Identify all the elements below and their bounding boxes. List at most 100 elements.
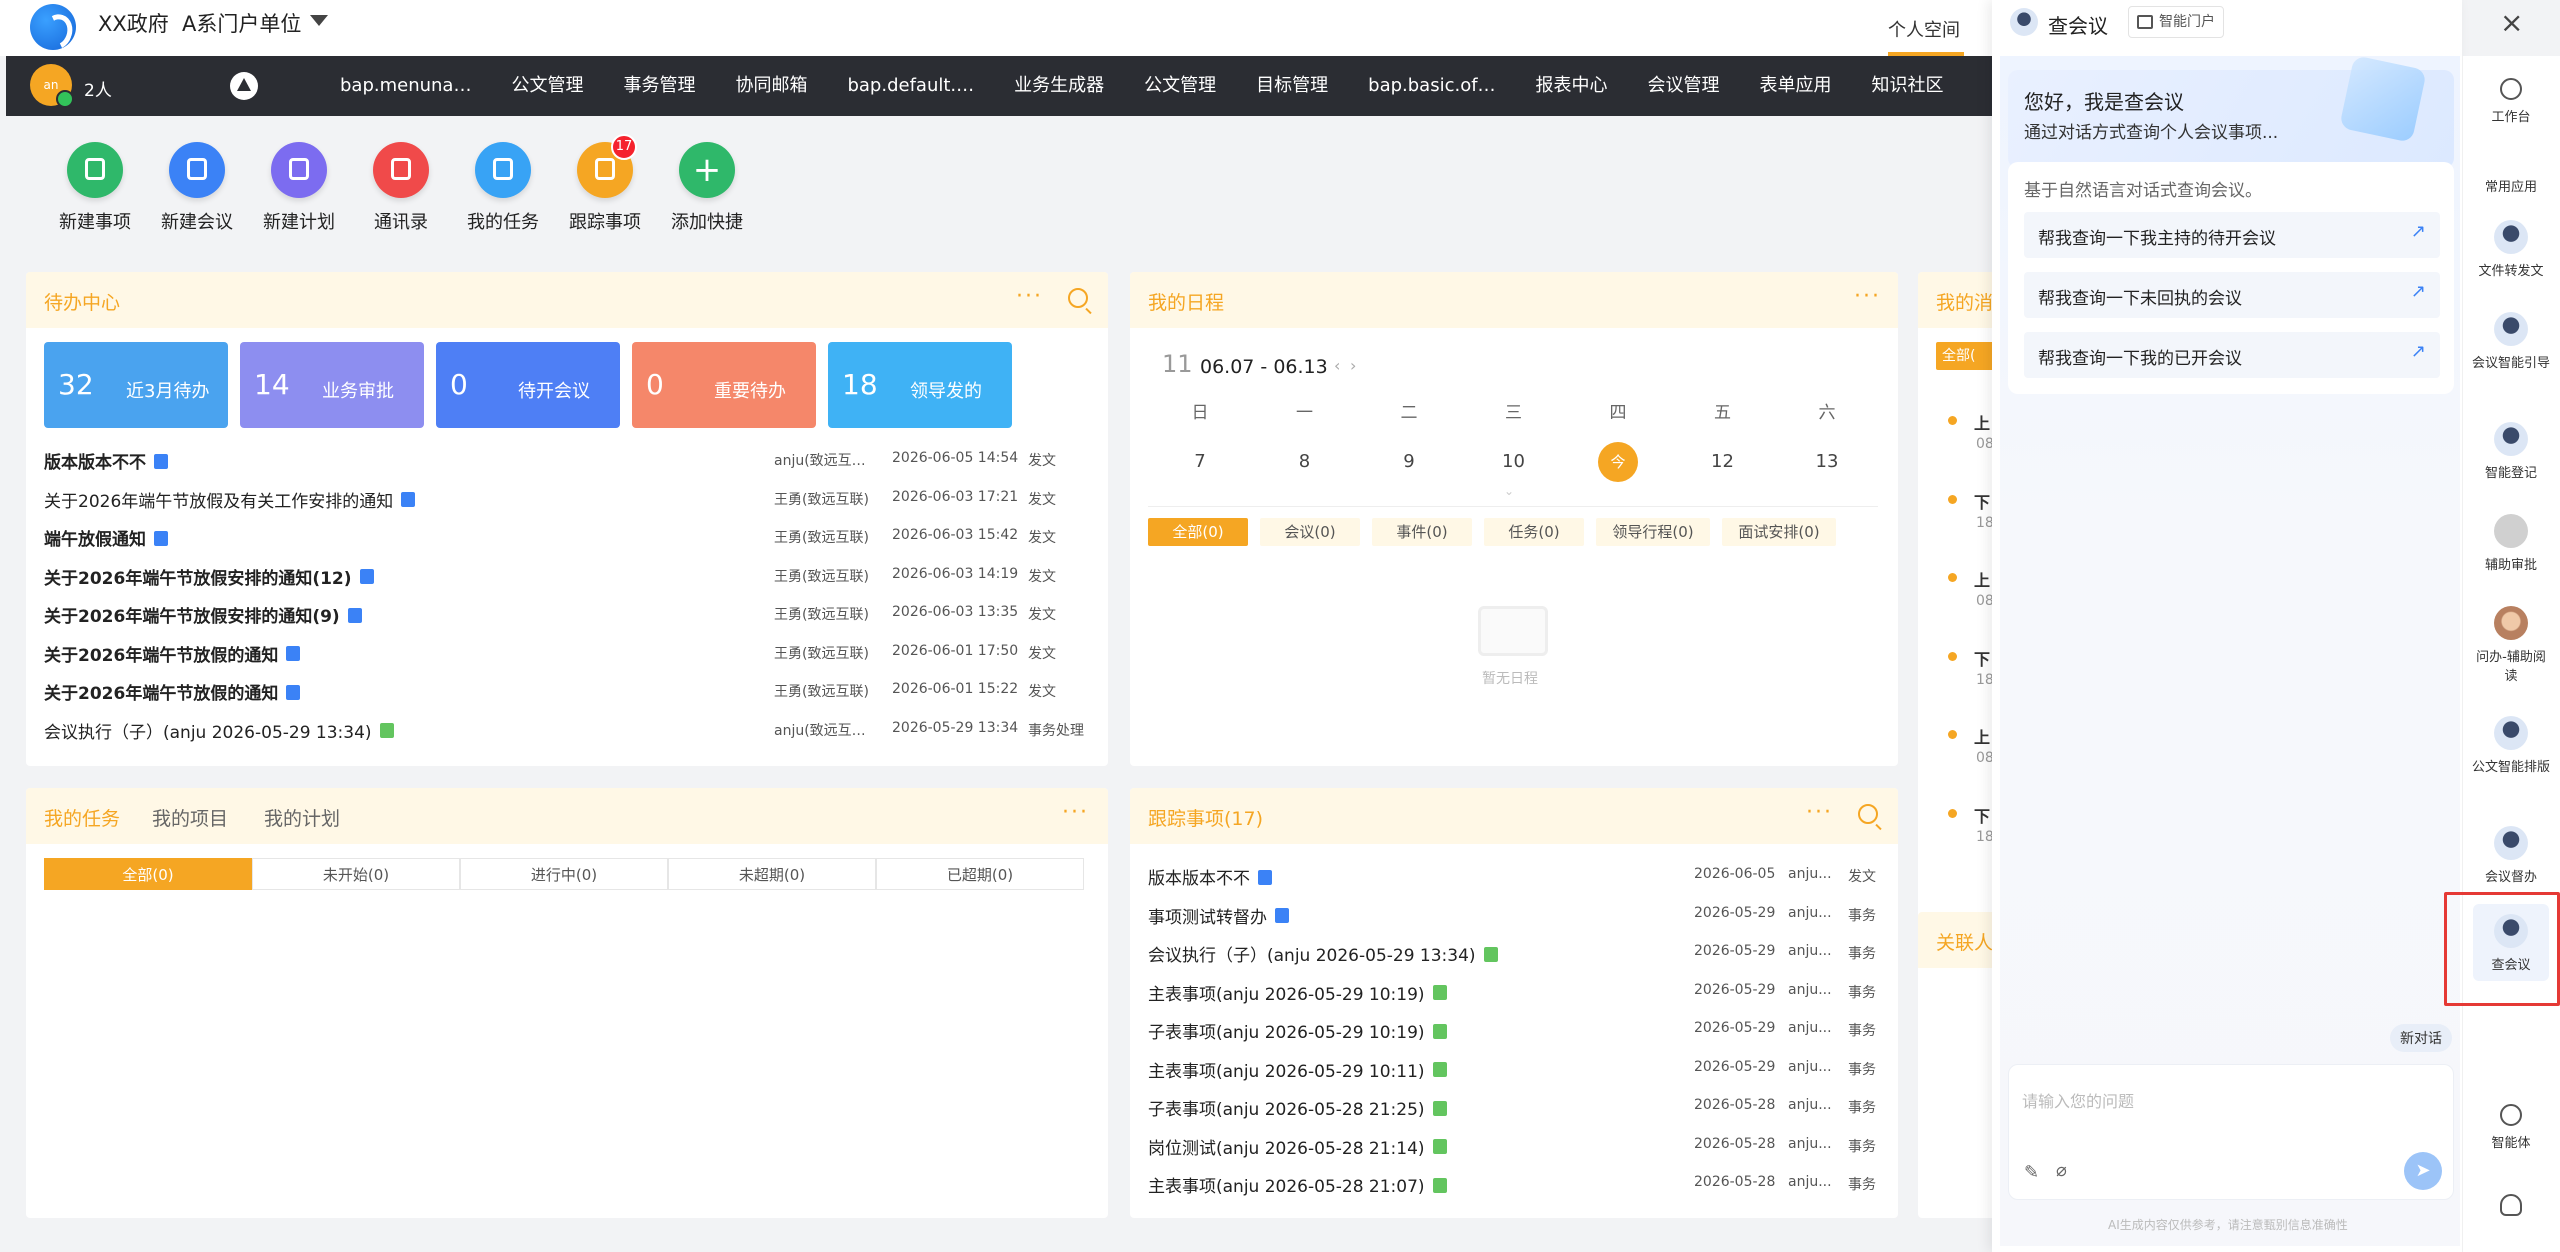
message-filter-tab[interactable]: 全部( bbox=[1936, 342, 1996, 370]
row-title[interactable]: 关于2026年端午节放假安排的通知(9) bbox=[44, 602, 340, 627]
follow-row[interactable]: 版本版本不不 2026-06-05 anju... 发文 bbox=[1148, 856, 1888, 894]
quick-action-my-tasks[interactable]: 我的任务 bbox=[458, 142, 548, 234]
send-icon[interactable]: ➤ bbox=[2404, 1152, 2442, 1190]
row-title-text[interactable]: 版本版本不不 bbox=[1148, 869, 1250, 889]
row-title-text[interactable]: 岗位测试(anju 2026-05-28 21:14) bbox=[1148, 1139, 1425, 1159]
task-filter-tab[interactable]: 已超期(0) bbox=[876, 858, 1084, 890]
online-count[interactable]: 2人 bbox=[84, 76, 112, 101]
home-icon[interactable] bbox=[230, 72, 258, 100]
nav-item[interactable]: 公文管理 bbox=[1124, 56, 1236, 116]
stat-card[interactable]: 0 待开会议 bbox=[436, 342, 620, 428]
row-title[interactable]: 版本版本不不 bbox=[44, 448, 146, 473]
nav-item[interactable]: 报表中心 bbox=[1516, 56, 1628, 116]
row-title-text[interactable]: 子表事项(anju 2026-05-29 10:19) bbox=[1148, 1023, 1425, 1043]
nav-item[interactable]: 表单应用 bbox=[1740, 56, 1852, 116]
quick-action-new-item[interactable]: 新建事项 bbox=[50, 142, 140, 234]
new-chat-button[interactable]: 新对话 bbox=[2390, 1024, 2452, 1052]
message-title[interactable]: 下 bbox=[1974, 646, 1990, 670]
calendar-day[interactable]: 9 bbox=[1389, 442, 1429, 482]
rail-agent-file[interactable]: 文件转发文 bbox=[2462, 220, 2560, 279]
follow-row[interactable]: 主表事项(anju 2026-05-29 10:11) 2026-05-29 anj… bbox=[1148, 1049, 1888, 1087]
quick-action-contacts[interactable]: 通讯录 bbox=[356, 142, 446, 234]
row-title-text[interactable]: 会议执行（子）(anju 2026-05-29 13:34) bbox=[1148, 946, 1476, 966]
message-title[interactable]: 上 bbox=[1974, 567, 1990, 591]
more-icon[interactable]: ··· bbox=[1016, 284, 1043, 309]
expand-icon[interactable]: ⌄ bbox=[1504, 484, 1514, 498]
table-row[interactable]: 关于2026年端午节放假安排的通知(9) 王勇(致远互联) 2026-06-03 1… bbox=[44, 594, 1094, 632]
table-row[interactable]: 版本版本不不 anju(致远互… 2026-06-05 14:54 发文 bbox=[44, 440, 1094, 478]
rail-agent-register[interactable]: 智能登记 bbox=[2462, 422, 2560, 481]
follow-row[interactable]: 子表事项(anju 2026-05-29 10:19) 2026-05-29 anj… bbox=[1148, 1010, 1888, 1048]
schedule-filter-tab[interactable]: 事件(0) bbox=[1372, 518, 1472, 546]
tab-my-plans[interactable]: 我的计划 bbox=[264, 804, 340, 831]
stat-card[interactable]: 14 业务审批 bbox=[240, 342, 424, 428]
rail-agent-approval[interactable]: 辅助审批 bbox=[2462, 514, 2560, 573]
calendar-day[interactable]: 8 bbox=[1285, 442, 1325, 482]
nav-item[interactable]: bap.basic.of… bbox=[1348, 56, 1515, 116]
calendar-day[interactable]: 7 bbox=[1180, 442, 1220, 482]
schedule-filter-tab[interactable]: 会议(0) bbox=[1260, 518, 1360, 546]
table-row[interactable]: 会议执行（子）(anju 2026-05-29 13:34) anju(致远互… 2… bbox=[44, 710, 1094, 748]
table-row[interactable]: 关于2026年端午节放假的通知 王勇(致远互联) 2026-06-01 17:50 发… bbox=[44, 633, 1094, 671]
calendar-day[interactable]: 10 bbox=[1494, 442, 1534, 482]
stat-card[interactable]: 32 近3月待办 bbox=[44, 342, 228, 428]
task-filter-tab[interactable]: 未超期(0) bbox=[668, 858, 876, 890]
table-row[interactable]: 端午放假通知 王勇(致远互联) 2026-06-03 15:42 发文 bbox=[44, 517, 1094, 555]
message-title[interactable]: 下 bbox=[1974, 803, 1990, 827]
row-title[interactable]: 关于2026年端午节放假安排的通知(12) bbox=[44, 564, 352, 589]
week-prev-icon[interactable]: ‹ bbox=[1334, 356, 1340, 375]
nav-item[interactable]: 公文管理 bbox=[491, 56, 603, 116]
rail-agent-meeting-guide[interactable]: 会议智能引导 bbox=[2462, 312, 2560, 371]
message-title[interactable]: 下 bbox=[1974, 489, 1990, 513]
task-filter-tab[interactable]: 全部(0) bbox=[44, 858, 252, 890]
nav-item[interactable]: 协同邮箱 bbox=[715, 56, 827, 116]
schedule-filter-tab[interactable]: 任务(0) bbox=[1484, 518, 1584, 546]
row-title[interactable]: 会议执行（子）(anju 2026-05-29 13:34) bbox=[44, 718, 372, 743]
row-title-text[interactable]: 事项测试转督办 bbox=[1148, 908, 1267, 928]
tab-my-projects[interactable]: 我的项目 bbox=[152, 804, 228, 831]
rail-agent-query-meeting[interactable]: 查会议 bbox=[2462, 904, 2560, 981]
rail-agent-supervise[interactable]: 会议督办 bbox=[2462, 826, 2560, 885]
quick-action-follow[interactable]: 17 跟踪事项 bbox=[560, 134, 650, 234]
row-title-text[interactable]: 主表事项(anju 2026-05-29 10:11) bbox=[1148, 1062, 1425, 1082]
stat-card[interactable]: 18 领导发的 bbox=[828, 342, 1012, 428]
follow-row[interactable]: 子表事项(anju 2026-05-28 21:25) 2026-05-28 anj… bbox=[1148, 1087, 1888, 1125]
quick-action-add[interactable]: + 添加快捷 bbox=[662, 142, 752, 234]
row-title-text[interactable]: 子表事项(anju 2026-05-28 21:25) bbox=[1148, 1100, 1425, 1120]
nav-item[interactable]: 知识社区 bbox=[1852, 56, 1964, 116]
row-title[interactable]: 关于2026年端午节放假的通知 bbox=[44, 679, 278, 704]
schedule-filter-tab[interactable]: 领导行程(0) bbox=[1596, 518, 1710, 546]
follow-row[interactable]: 主表事项(anju 2026-05-28 21:07) 2026-05-28 anj… bbox=[1148, 1164, 1888, 1202]
tab-my-tasks[interactable]: 我的任务 bbox=[44, 804, 120, 831]
close-icon[interactable]: × bbox=[2500, 6, 2523, 39]
more-icon[interactable]: ··· bbox=[1806, 800, 1833, 825]
magic-wand-icon[interactable]: ✎ bbox=[2024, 1162, 2039, 1183]
row-title-text[interactable]: 主表事项(anju 2026-05-28 21:07) bbox=[1148, 1177, 1425, 1197]
row-title-text[interactable]: 主表事项(anju 2026-05-29 10:19) bbox=[1148, 985, 1425, 1005]
nav-item[interactable]: 业务生成器 bbox=[994, 56, 1124, 116]
rail-agents[interactable]: 智能体 bbox=[2462, 1104, 2560, 1151]
suggestion-item[interactable]: 帮我查询一下未回执的会议 ↗ bbox=[2024, 272, 2440, 318]
follow-row[interactable]: 会议执行（子）(anju 2026-05-29 13:34) 2026-05-29… bbox=[1148, 933, 1888, 971]
rail-workbench[interactable]: 工作台 bbox=[2462, 78, 2560, 125]
portal-badge[interactable]: 智能门户 bbox=[2128, 6, 2224, 38]
caret-down-icon[interactable] bbox=[310, 15, 328, 26]
suggestion-item[interactable]: 帮我查询一下我的已开会议 ↗ bbox=[2024, 332, 2440, 378]
follow-row[interactable]: 主表事项(anju 2026-05-29 10:19) 2026-05-29 anj… bbox=[1148, 972, 1888, 1010]
quick-action-new-plan[interactable]: 新建计划 bbox=[254, 142, 344, 234]
suggestion-item[interactable]: 帮我查询一下我主持的待开会议 ↗ bbox=[2024, 212, 2440, 258]
task-filter-tab[interactable]: 进行中(0) bbox=[460, 858, 668, 890]
rail-user[interactable] bbox=[2462, 1194, 2560, 1216]
follow-row[interactable]: 岗位测试(anju 2026-05-28 21:14) 2026-05-28 anj… bbox=[1148, 1126, 1888, 1164]
table-row[interactable]: 关于2026年端午节放假的通知 王勇(致远互联) 2026-06-01 15:22 发… bbox=[44, 671, 1094, 709]
schedule-filter-tab[interactable]: 全部(0) bbox=[1148, 518, 1248, 546]
calendar-day[interactable]: 13 bbox=[1807, 442, 1847, 482]
row-title[interactable]: 端午放假通知 bbox=[44, 525, 146, 550]
attachment-icon[interactable]: ⌀ bbox=[2056, 1160, 2067, 1181]
nav-item[interactable]: 会议管理 bbox=[1628, 56, 1740, 116]
calendar-day[interactable]: 今 bbox=[1598, 442, 1638, 482]
more-icon[interactable]: ··· bbox=[1062, 800, 1089, 825]
table-row[interactable]: 关于2026年端午节放假及有关工作安排的通知 王勇(致远互联) 2026-06-03… bbox=[44, 479, 1094, 517]
tab-personal-space[interactable]: 个人空间 bbox=[1888, 16, 1960, 42]
rail-common-apps[interactable]: 常用应用 bbox=[2462, 176, 2560, 195]
